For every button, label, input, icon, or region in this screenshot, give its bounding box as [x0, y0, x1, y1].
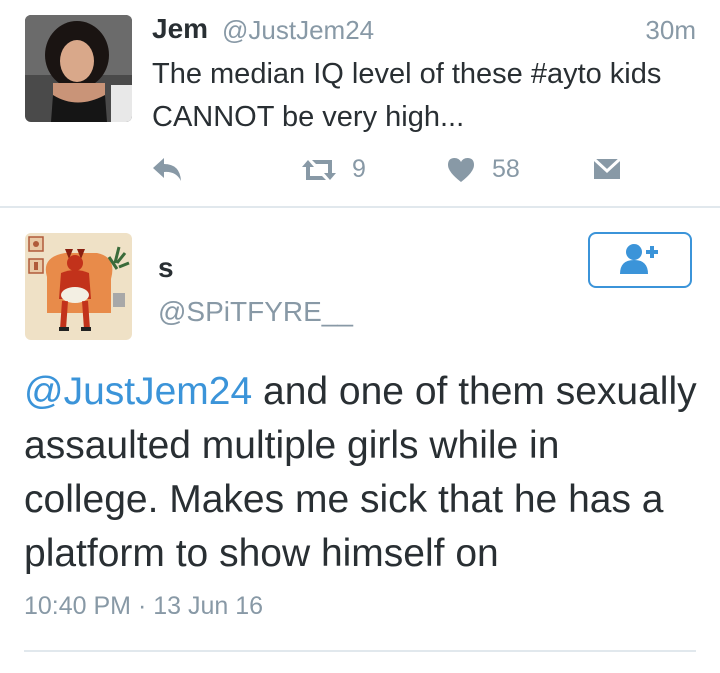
tweet-text: The median IQ level of these #ayto kids … — [152, 58, 662, 133]
tweet-time: 30m — [645, 15, 696, 45]
like-button[interactable]: 58 — [446, 155, 520, 184]
message-button[interactable] — [592, 155, 622, 183]
bottom-divider — [24, 650, 696, 652]
follow-button[interactable] — [588, 232, 692, 288]
tweet-actions: 9 58 — [0, 155, 720, 189]
main-tweet-text: @JustJem24 and one of them sexually assa… — [24, 365, 704, 581]
author-handle-main[interactable]: @SPiTFYRE__ — [158, 296, 353, 328]
reply-button[interactable] — [150, 155, 184, 183]
author-name[interactable]: Jem — [152, 13, 208, 45]
add-user-icon — [616, 240, 664, 281]
retweet-button[interactable]: 9 — [300, 155, 366, 184]
message-icon — [592, 155, 622, 183]
heart-icon — [446, 156, 476, 184]
tweet-divider — [0, 206, 720, 208]
avatar-spitfyre[interactable] — [25, 233, 132, 340]
retweet-icon — [300, 156, 338, 184]
author-handle[interactable]: @JustJem24 — [222, 15, 374, 46]
reply-icon — [150, 155, 184, 183]
like-count: 58 — [492, 155, 520, 183]
top-tweet[interactable]: Jem @JustJem24 30m The median IQ level o… — [0, 0, 720, 206]
avatar-jem[interactable] — [25, 15, 132, 122]
author-name-main[interactable]: s — [158, 252, 174, 284]
mention-link[interactable]: @JustJem24 — [24, 370, 252, 413]
tweet-timestamp[interactable]: 10:40 PM · 13 Jun 16 — [24, 592, 263, 621]
retweet-count: 9 — [352, 155, 366, 183]
